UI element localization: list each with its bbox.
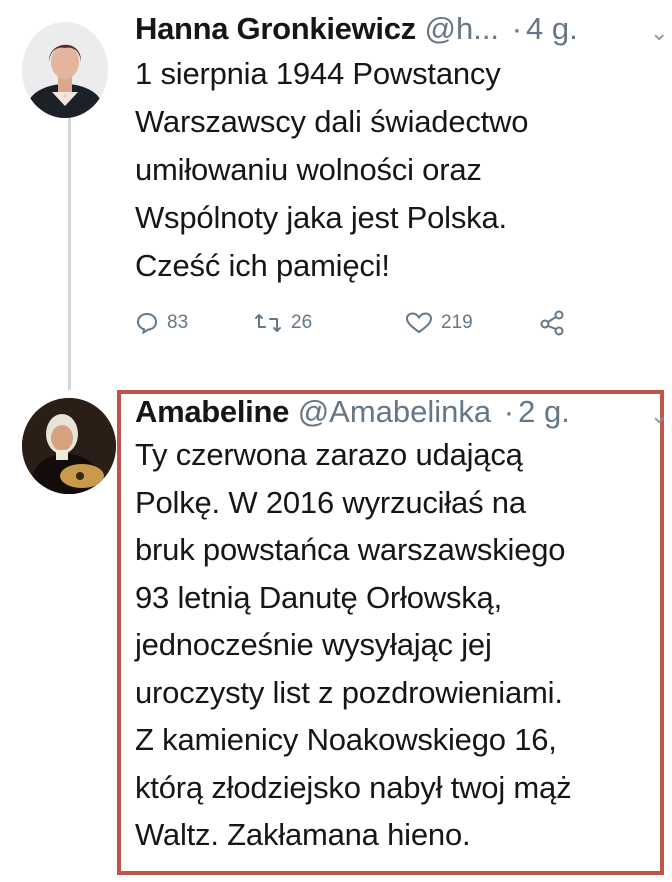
reply-button[interactable]: 83: [135, 311, 253, 335]
tweet-text-line: Wspólnoty jaka jest Polska.: [135, 200, 507, 235]
tweet-text-line: umiłowaniu wolności oraz: [135, 152, 482, 187]
tweet-text-line: którą złodziejsko nabył twoj mąż: [135, 769, 572, 805]
tweet-time[interactable]: 2 g.: [518, 394, 570, 429]
share-button[interactable]: [539, 310, 567, 336]
retweet-icon: [255, 314, 281, 332]
like-icon: [405, 312, 433, 334]
author-name[interactable]: Amabeline: [135, 394, 289, 429]
tweet-text-line: Z kamienicy Noakowskiego 16,: [135, 722, 557, 757]
tweet-text-line: 93 letnią Danutę Orłowską,: [135, 579, 502, 615]
like-count: 219: [441, 312, 473, 333]
avatar-portrait-man-with-guitar: [22, 398, 116, 494]
reply-author-avatar[interactable]: [22, 398, 116, 494]
tweet-text: Ty czerwona zarazo udającą Polkę. W 2016…: [135, 431, 665, 859]
original-tweet[interactable]: Hanna Gronkiewicz @h... · 4 g. 1 sierpnia…: [135, 10, 665, 338]
tweet-header: Amabeline @Amabelinka · 2 g.: [135, 393, 665, 431]
more-options-chevron-icon[interactable]: ⌄: [650, 403, 668, 429]
author-handle[interactable]: @h...: [425, 11, 500, 46]
author-handle[interactable]: @Amabelinka: [298, 394, 491, 429]
tweet-text-line: jednocześnie wysyłając jej: [135, 627, 492, 662]
tweet-text-line: bruk powstańca warszawskiego: [135, 532, 566, 567]
retweet-button[interactable]: 26: [253, 311, 405, 335]
tweet-time[interactable]: 4 g.: [526, 11, 578, 46]
tweet-text-line: Ty czerwona zarazo udającą: [135, 437, 523, 472]
author-name[interactable]: Hanna Gronkiewicz: [135, 11, 416, 46]
tweet-text-line: 1 sierpnia 1944 Powstancy: [135, 56, 501, 91]
tweet-text-line: Cześć ich pamięci!: [135, 248, 390, 283]
tweet-text-line: Polkę. W 2016 wyrzuciłaś na: [135, 484, 526, 520]
more-options-chevron-icon[interactable]: ⌄: [650, 20, 668, 46]
tweet-actions: 83 26 219: [135, 308, 665, 338]
reply-count: 83: [167, 312, 189, 333]
tweet-text-line: Waltz. Zakłamana hieno.: [135, 817, 471, 852]
separator-dot: ·: [511, 11, 523, 46]
reply-icon: [136, 312, 158, 335]
thread-connector-line: [68, 118, 71, 390]
like-button[interactable]: 219: [405, 311, 539, 335]
separator-dot: ·: [503, 394, 515, 429]
tweet-text: 1 sierpnia 1944 Powstancy Warszawscy dal…: [135, 50, 665, 290]
tweet-header: Hanna Gronkiewicz @h... · 4 g.: [135, 10, 665, 48]
avatar-portrait-woman: [22, 22, 108, 118]
retweet-count: 26: [291, 312, 313, 333]
share-icon: [540, 310, 564, 336]
author-avatar[interactable]: [22, 22, 108, 118]
tweet-text-line: uroczysty list z pozdrowieniami.: [135, 674, 563, 710]
reply-tweet[interactable]: Amabeline @Amabelinka · 2 g. Ty czerwona …: [135, 393, 665, 859]
tweet-text-line: Warszawscy dali świadectwo: [135, 104, 529, 139]
